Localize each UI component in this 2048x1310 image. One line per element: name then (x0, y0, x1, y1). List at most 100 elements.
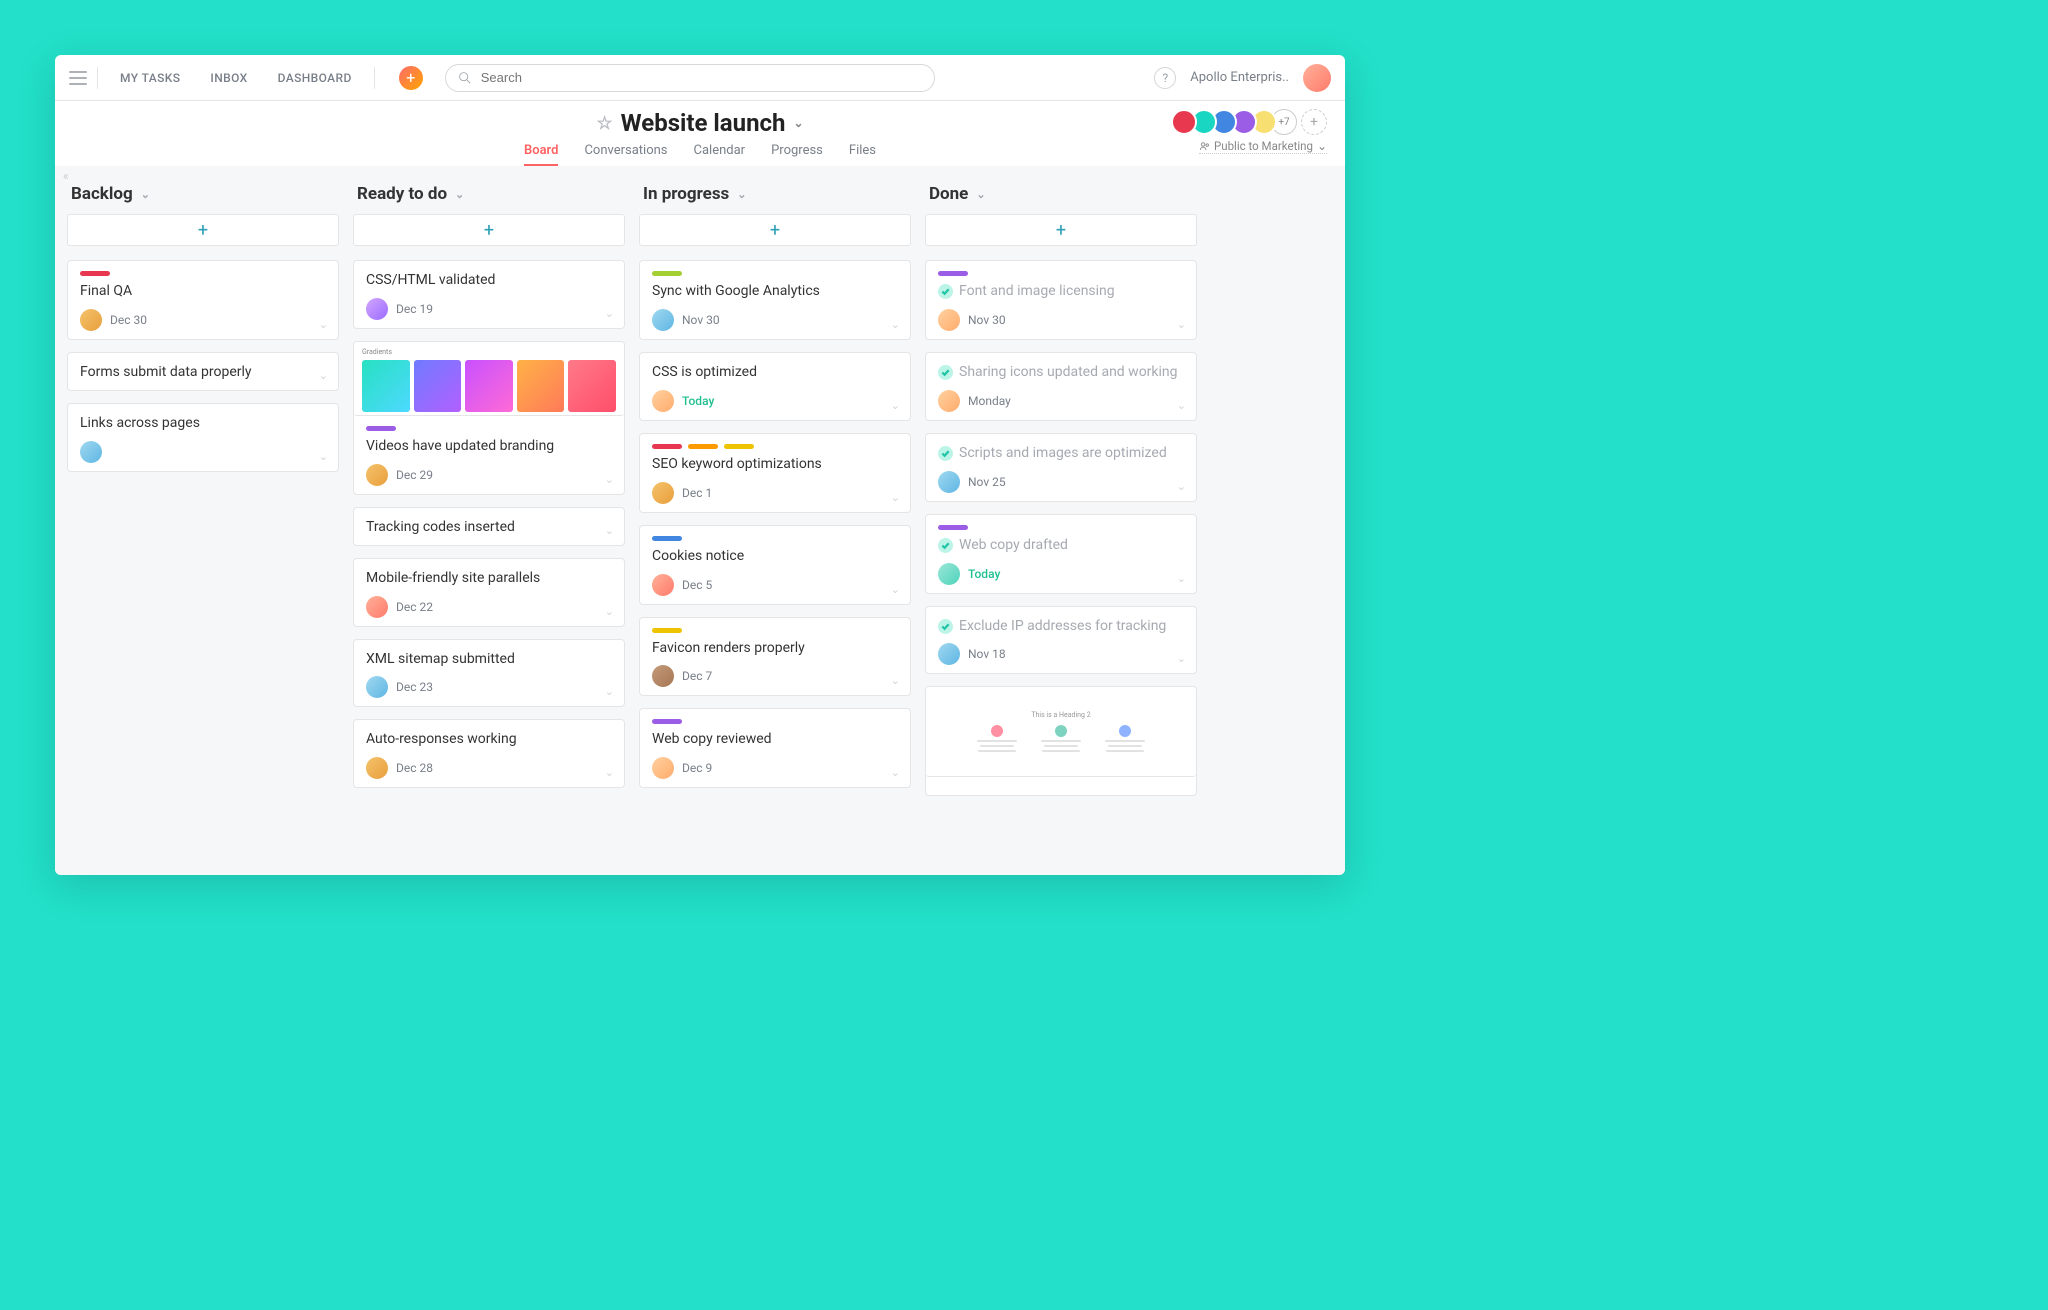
chevron-down-icon[interactable]: ⌄ (891, 766, 900, 779)
chevron-down-icon[interactable]: ⌄ (605, 524, 614, 537)
column-header[interactable]: Done⌄ (925, 180, 1197, 214)
assignee-avatar[interactable] (366, 464, 388, 486)
nav-my-tasks[interactable]: MY TASKS (108, 71, 192, 85)
board-column: Done⌄+ Font and image licensingNov 30⌄ Sha… (925, 180, 1197, 861)
card-title: Links across pages (80, 414, 200, 433)
task-card[interactable]: This is a Heading 2 (925, 686, 1197, 796)
privacy-label: Public to Marketing (1214, 139, 1313, 153)
task-card[interactable]: Cookies noticeDec 5⌄ (639, 525, 911, 605)
column-header[interactable]: In progress⌄ (639, 180, 911, 214)
task-card[interactable]: Tracking codes inserted⌄ (353, 507, 625, 546)
task-card[interactable]: Links across pages ⌄ (67, 403, 339, 472)
chevron-down-icon[interactable]: ⌄ (891, 674, 900, 687)
add-card-button[interactable]: + (353, 214, 625, 246)
assignee-avatar[interactable] (652, 665, 674, 687)
task-card[interactable]: Font and image licensingNov 30⌄ (925, 260, 1197, 340)
star-icon[interactable]: ☆ (596, 113, 612, 134)
assignee-avatar[interactable] (938, 643, 960, 665)
chevron-down-icon[interactable]: ⌄ (891, 318, 900, 331)
member-avatar[interactable] (1171, 109, 1197, 135)
task-card[interactable]: Web copy reviewedDec 9⌄ (639, 708, 911, 788)
tab-conversations[interactable]: Conversations (584, 143, 667, 166)
assignee-avatar[interactable] (366, 298, 388, 320)
chevron-down-icon[interactable]: ⌄ (605, 473, 614, 486)
project-menu-caret[interactable]: ⌄ (793, 116, 803, 130)
user-avatar[interactable] (1303, 64, 1331, 92)
task-card[interactable]: CSS/HTML validatedDec 19⌄ (353, 260, 625, 329)
assignee-avatar[interactable] (80, 441, 102, 463)
add-card-button[interactable]: + (639, 214, 911, 246)
chevron-down-icon[interactable]: ⌄ (319, 369, 328, 382)
assignee-avatar[interactable] (938, 563, 960, 585)
card-title: Font and image licensing (959, 282, 1115, 301)
tag-purple (938, 271, 968, 276)
chevron-down-icon[interactable]: ⌄ (1177, 399, 1186, 412)
assignee-avatar[interactable] (938, 309, 960, 331)
task-card[interactable]: Web copy draftedToday⌄ (925, 514, 1197, 594)
task-card[interactable]: Sync with Google AnalyticsNov 30⌄ (639, 260, 911, 340)
card-list: CSS/HTML validatedDec 19⌄ GradientsVideos… (353, 260, 625, 788)
chevron-down-icon[interactable]: ⌄ (891, 491, 900, 504)
chevron-down-icon[interactable]: ⌄ (319, 318, 328, 331)
add-member-button[interactable]: + (1301, 109, 1327, 135)
task-card[interactable]: GradientsVideos have updated brandingDec… (353, 341, 625, 495)
tab-calendar[interactable]: Calendar (694, 143, 746, 166)
task-card[interactable]: Forms submit data properly⌄ (67, 352, 339, 391)
assignee-avatar[interactable] (938, 390, 960, 412)
card-tags (80, 271, 326, 276)
column-title: In progress (643, 184, 729, 204)
help-icon[interactable]: ? (1154, 67, 1176, 89)
tab-progress[interactable]: Progress (771, 143, 823, 166)
card-list: Font and image licensingNov 30⌄ Sharing i… (925, 260, 1197, 796)
project-privacy[interactable]: Public to Marketing ⌄ (1199, 139, 1327, 154)
chevron-down-icon[interactable]: ⌄ (1177, 572, 1186, 585)
task-card[interactable]: XML sitemap submittedDec 23⌄ (353, 639, 625, 708)
expand-sidebar-icon[interactable]: « (63, 169, 69, 183)
workspace-name[interactable]: Apollo Enterpris.. (1190, 70, 1289, 85)
search-field[interactable] (445, 64, 935, 92)
add-card-button[interactable]: + (67, 214, 339, 246)
task-card[interactable]: CSS is optimizedToday⌄ (639, 352, 911, 421)
chevron-down-icon[interactable]: ⌄ (319, 450, 328, 463)
assignee-avatar[interactable] (652, 757, 674, 779)
assignee-avatar[interactable] (652, 482, 674, 504)
task-card[interactable]: Sharing icons updated and workingMonday⌄ (925, 352, 1197, 421)
search-input[interactable] (479, 69, 922, 86)
tab-board[interactable]: Board (524, 143, 558, 166)
chevron-down-icon[interactable]: ⌄ (605, 766, 614, 779)
assignee-avatar[interactable] (366, 676, 388, 698)
chevron-down-icon[interactable]: ⌄ (891, 583, 900, 596)
assignee-avatar[interactable] (80, 309, 102, 331)
menu-icon[interactable] (69, 71, 87, 85)
add-card-button[interactable]: + (925, 214, 1197, 246)
card-tags (652, 719, 898, 724)
chevron-down-icon[interactable]: ⌄ (1177, 318, 1186, 331)
assignee-avatar[interactable] (652, 390, 674, 412)
task-card[interactable]: Auto-responses workingDec 28⌄ (353, 719, 625, 788)
column-header[interactable]: Ready to do⌄ (353, 180, 625, 214)
chevron-down-icon[interactable]: ⌄ (605, 605, 614, 618)
nav-inbox[interactable]: INBOX (198, 71, 259, 85)
chevron-down-icon[interactable]: ⌄ (891, 399, 900, 412)
divider (374, 67, 375, 89)
task-card[interactable]: Final QADec 30⌄ (67, 260, 339, 340)
task-card[interactable]: Mobile-friendly site parallelsDec 22⌄ (353, 558, 625, 627)
column-header[interactable]: Backlog⌄ (67, 180, 339, 214)
task-card[interactable]: Scripts and images are optimizedNov 25⌄ (925, 433, 1197, 502)
assignee-avatar[interactable] (652, 574, 674, 596)
nav-dashboard[interactable]: DASHBOARD (266, 71, 364, 85)
assignee-avatar[interactable] (366, 596, 388, 618)
assignee-avatar[interactable] (652, 309, 674, 331)
assignee-avatar[interactable] (938, 471, 960, 493)
task-card[interactable]: SEO keyword optimizationsDec 1⌄ (639, 433, 911, 513)
chevron-down-icon[interactable]: ⌄ (605, 307, 614, 320)
tab-files[interactable]: Files (849, 143, 876, 166)
board-column: Backlog⌄+ Final QADec 30⌄ Forms submit dat… (67, 180, 339, 861)
task-card[interactable]: Exclude IP addresses for trackingNov 18⌄ (925, 606, 1197, 675)
chevron-down-icon[interactable]: ⌄ (1177, 652, 1186, 665)
task-card[interactable]: Favicon renders properlyDec 7⌄ (639, 617, 911, 697)
chevron-down-icon[interactable]: ⌄ (605, 685, 614, 698)
assignee-avatar[interactable] (366, 757, 388, 779)
chevron-down-icon[interactable]: ⌄ (1177, 480, 1186, 493)
quick-add-button[interactable]: + (399, 66, 423, 90)
